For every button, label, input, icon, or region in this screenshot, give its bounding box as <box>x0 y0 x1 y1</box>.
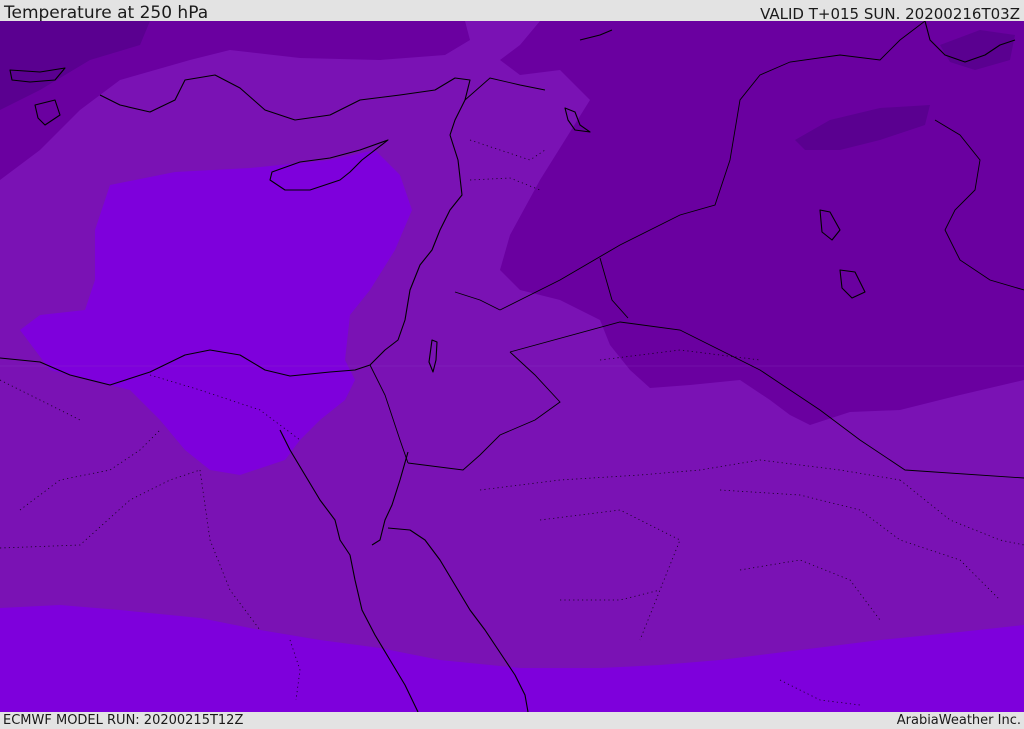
footer-bar: ECMWF MODEL RUN: 20200215T12Z ArabiaWeat… <box>0 712 1024 729</box>
temperature-map[interactable] <box>0 21 1024 712</box>
credit-label: ArabiaWeather Inc. <box>896 713 1021 728</box>
model-run-label: ECMWF MODEL RUN: 20200215T12Z <box>3 713 244 728</box>
header-bar: Temperature at 250 hPa VALID T+015 SUN. … <box>0 0 1024 23</box>
map-panel[interactable] <box>0 21 1024 712</box>
map-title: Temperature at 250 hPa <box>4 3 209 23</box>
